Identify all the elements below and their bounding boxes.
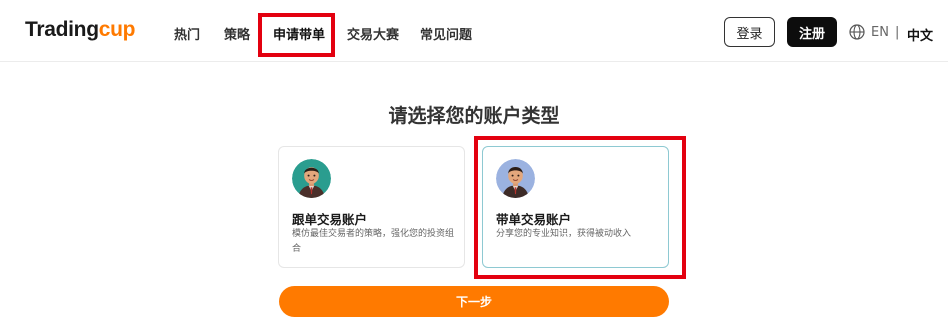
nav-apply-lead-trading[interactable]: 申请带单: [273, 24, 325, 43]
lead-trading-account-card[interactable]: 带单交易账户 分享您的专业知识，获得被动收入: [482, 146, 669, 268]
next-step-button[interactable]: 下一步: [279, 286, 669, 317]
lead-trading-card-description: 分享您的专业知识，获得被动收入: [496, 229, 632, 239]
copy-trading-account-card[interactable]: 跟单交易账户 模仿最佳交易者的策略，强化您的投资组合: [278, 146, 465, 268]
language-separator: |: [895, 25, 900, 40]
nav-strategy[interactable]: 策略: [224, 24, 250, 43]
logo-text-trading: Trading: [25, 18, 99, 41]
lead-trader-avatar-icon: [496, 159, 535, 198]
nav-trading-contest[interactable]: 交易大赛: [347, 24, 399, 43]
globe-icon[interactable]: [849, 24, 865, 40]
top-nav-bar: Tradingcup 热门 策略 申请带单 交易大赛 常见问题 登录 注册 EN…: [0, 0, 948, 62]
register-button[interactable]: 注册: [787, 17, 837, 47]
nav-hot[interactable]: 热门: [174, 24, 200, 43]
tradingcup-logo[interactable]: Tradingcup: [25, 18, 135, 42]
language-en[interactable]: EN: [871, 25, 889, 40]
nav-faq[interactable]: 常见问题: [420, 24, 472, 43]
trader-avatar-icon: [292, 159, 331, 198]
copy-trading-card-title: 跟单交易账户: [292, 212, 368, 227]
login-button[interactable]: 登录: [724, 17, 775, 47]
logo-text-cup: cup: [98, 18, 136, 41]
language-zh[interactable]: 中文: [907, 25, 933, 44]
copy-trading-card-description: 模仿最佳交易者的策略，强化您的投资组合: [292, 229, 455, 254]
page-title: 请选择您的账户类型: [388, 105, 560, 127]
lead-trading-card-title: 带单交易账户: [496, 212, 572, 227]
